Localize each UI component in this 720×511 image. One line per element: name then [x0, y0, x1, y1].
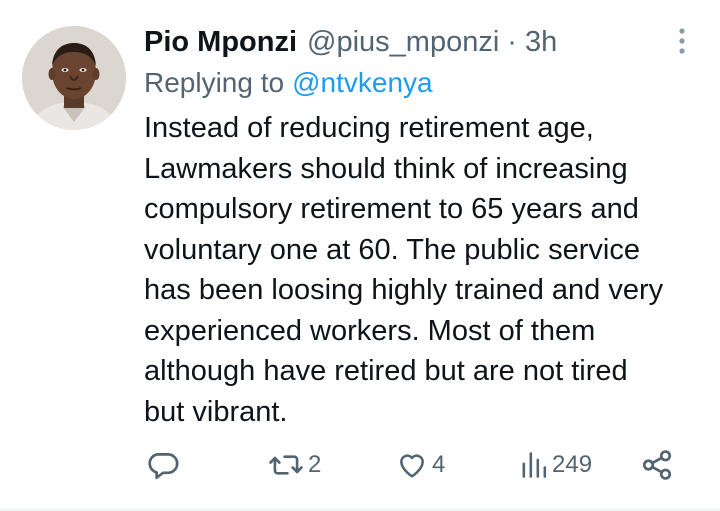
- avatar-image: [22, 26, 126, 130]
- views-count: 249: [552, 451, 593, 478]
- replying-label: Replying to: [144, 67, 285, 98]
- tweet-actions: 2 4 249: [0, 441, 720, 489]
- tweet-card[interactable]: Pio Mponzi @pius_mponzi · 3h Replying to…: [0, 0, 720, 511]
- like-button[interactable]: 4: [396, 441, 445, 489]
- tweet-header: Pio Mponzi @pius_mponzi · 3h: [144, 20, 684, 64]
- views-icon: [520, 449, 548, 481]
- heart-icon: [396, 449, 428, 481]
- tweet-time[interactable]: 3h: [525, 22, 557, 62]
- like-count: 4: [432, 451, 446, 478]
- retweet-count: 2: [308, 451, 322, 478]
- views-button[interactable]: 249: [520, 441, 592, 489]
- share-button[interactable]: [640, 441, 674, 489]
- avatar[interactable]: [22, 26, 126, 130]
- author-handle[interactable]: @pius_mponzi: [307, 22, 499, 62]
- replying-mention-link[interactable]: @ntvkenya: [292, 67, 433, 98]
- retweet-button[interactable]: 2: [268, 441, 321, 489]
- more-options-icon[interactable]: [672, 26, 692, 56]
- reply-icon: [146, 448, 180, 482]
- replying-to: Replying to @ntvkenya: [144, 64, 433, 102]
- share-icon: [640, 448, 674, 482]
- separator-dot: ·: [507, 26, 517, 58]
- reply-button[interactable]: [146, 441, 180, 489]
- tweet-text: Instead of reducing retirement age, Lawm…: [144, 112, 664, 428]
- author-name[interactable]: Pio Mponzi: [144, 22, 297, 62]
- retweet-icon: [268, 448, 304, 482]
